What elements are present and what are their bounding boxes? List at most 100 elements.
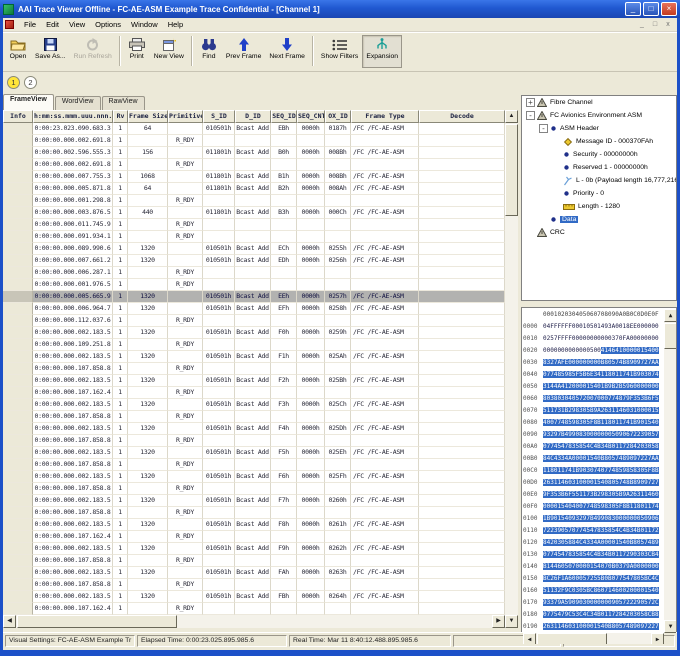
tab-rawview[interactable]: RawView xyxy=(102,96,145,110)
toolbar-button-run-refresh[interactable]: Run Refresh xyxy=(70,35,116,68)
hex-row-0030[interactable]: 00308327AFE000000000B80574B8909727AA xyxy=(523,357,663,369)
toolbar-button-save-as[interactable]: Save As... xyxy=(31,35,70,68)
table-row[interactable]: 0:00:00.000.002.183.511320010501hBcast A… xyxy=(3,495,505,507)
scroll-up-icon[interactable]: ▲ xyxy=(505,110,518,123)
hex-row-0150[interactable]: 0150BC26F1A600057255B0B077547805BC4C xyxy=(523,573,663,585)
table-row[interactable]: 0:00:00.000.107.162.41R_RDY xyxy=(3,531,505,543)
scroll-left-icon[interactable]: ◀ xyxy=(523,633,536,645)
table-row[interactable]: 0:00:00.000.002.183.511320010501hBcast A… xyxy=(3,375,505,387)
tree-node-crc[interactable]: CRC xyxy=(522,226,676,239)
hex-row-00C0[interactable]: 00C0118011741B9030740774859858305F8B xyxy=(523,465,663,477)
minimize-button[interactable]: _ xyxy=(625,2,641,16)
tab-wordview[interactable]: WordView xyxy=(55,96,101,110)
hex-row-0180[interactable]: 01800775479C53C4C34B0117284203058CB8 xyxy=(523,609,663,621)
table-row[interactable]: 0:00:00.000.001.976.51R_RDY xyxy=(3,279,505,291)
column-header-s-id[interactable]: S_ID xyxy=(203,110,235,123)
table-horizontal-scrollbar[interactable]: ◀ ▶ xyxy=(3,615,505,628)
table-row[interactable]: 0:00:00.000.005.871.8164011801hBcast Add… xyxy=(3,183,505,195)
table-hscroll-thumb[interactable] xyxy=(17,615,177,628)
column-header-info[interactable]: Info xyxy=(3,110,33,123)
table-row[interactable]: 0:00:00.000.107.858.81R_RDY xyxy=(3,363,505,375)
hex-row-0080[interactable]: 00804007748598305F8B118011741B901540 xyxy=(523,417,663,429)
view-badge-2[interactable]: 2 xyxy=(24,76,37,89)
scroll-down-icon[interactable]: ▼ xyxy=(664,620,677,633)
tree-node-l-0b-payload-length-16-777-216-bytes[interactable]: L - 0b (Payload length 16,777,216 Bytes) xyxy=(522,174,676,187)
column-header-primitive[interactable]: Primitive xyxy=(168,110,203,123)
hex-row-0130[interactable]: 01300774547835854C4B34B0117290303CB4 xyxy=(523,549,663,561)
tree-node-priority-0[interactable]: Priority - 0 xyxy=(522,187,676,200)
table-row[interactable]: 0:00:00.000.107.858.81R_RDY xyxy=(3,435,505,447)
tree-node-fibre-channel[interactable]: +Fibre Channel xyxy=(522,96,676,109)
hex-row-00A0[interactable]: 00A00774547835854C4B34B0117284203058 xyxy=(523,441,663,453)
table-row[interactable]: 0:00:00.000.006.964.711320010501hBcast A… xyxy=(3,303,505,315)
scroll-right-icon[interactable]: ▶ xyxy=(651,633,664,645)
scroll-left-icon[interactable]: ◀ xyxy=(3,615,16,628)
table-row[interactable]: 0:00:00.000.005.665.911320010501hBcast A… xyxy=(3,291,505,303)
menu-view[interactable]: View xyxy=(64,19,90,30)
table-row[interactable]: 0:00:00.000.002.691.81R_RDY xyxy=(3,135,505,147)
mdi-close-button[interactable]: x xyxy=(663,21,673,28)
view-badge-1[interactable]: 1 xyxy=(7,76,20,89)
tree-node-message-id-000370fah[interactable]: Message ID - 000370FAh xyxy=(522,135,676,148)
table-row[interactable]: 0:00:00.000.002.183.511320010501hBcast A… xyxy=(3,423,505,435)
table-row[interactable]: 0:00:00.000.107.858.81R_RDY xyxy=(3,555,505,567)
menu-window[interactable]: Window xyxy=(126,19,163,30)
hex-row-0140[interactable]: 0140B144605070000154070B0379A0000000 xyxy=(523,561,663,573)
menu-file[interactable]: File xyxy=(19,19,41,30)
column-header-rv[interactable]: Rv xyxy=(113,110,128,123)
expand-icon[interactable]: + xyxy=(526,98,535,107)
mdi-restore-button[interactable]: □ xyxy=(650,21,660,28)
table-row[interactable]: 0:00:00.000.109.251.81R_RDY xyxy=(3,339,505,351)
hex-row-00D0[interactable]: 00D0263114603100001540805748B8909727 xyxy=(523,477,663,489)
table-row[interactable]: 0:00:00.000.091.934.11R_RDY xyxy=(3,231,505,243)
column-header-decode[interactable]: Decode xyxy=(419,110,505,123)
hex-row-0020[interactable]: 002000000000000005004146410000015400 xyxy=(523,345,663,357)
table-row[interactable]: 0:00:00.000.107.858.81R_RDY xyxy=(3,507,505,519)
toolbar-button-open[interactable]: Open xyxy=(5,35,31,68)
hex-dump[interactable]: 000102030405060708090A0B0C0D0E0F000004FF… xyxy=(523,309,663,631)
scroll-right-icon[interactable]: ▶ xyxy=(492,615,505,628)
hex-horizontal-scrollbar[interactable]: ◀ ▶ xyxy=(523,633,664,645)
table-row[interactable]: 0:00:00.000.107.858.81R_RDY xyxy=(3,483,505,495)
hex-vertical-scrollbar[interactable]: ▲ ▼ xyxy=(664,309,677,633)
scroll-up-icon[interactable]: ▲ xyxy=(664,309,677,322)
table-row[interactable]: 0:00:00.000.002.183.511320010501hBcast A… xyxy=(3,543,505,555)
hex-row-0100[interactable]: 01001B90154093297B499083000000050906 xyxy=(523,513,663,525)
hex-row-0010[interactable]: 00100257FFFF00000000000370FA00000000 xyxy=(523,333,663,345)
table-row[interactable]: 0:00:00.000.002.183.511320010501hBcast A… xyxy=(3,519,505,531)
table-row[interactable]: 0:00:00.000.003.876.51440011801hBcast Ad… xyxy=(3,207,505,219)
hex-row-0090[interactable]: 009093297B49908300000005090672239057 xyxy=(523,429,663,441)
table-row[interactable]: 0:00:00.000.007.755.311068011801hBcast A… xyxy=(3,171,505,183)
tree-node-length-1280[interactable]: Length - 1280 xyxy=(522,200,676,213)
column-header-ox-id[interactable]: OX_ID xyxy=(325,110,351,123)
table-row[interactable]: 0:00:00.000.001.298.81R_RDY xyxy=(3,195,505,207)
table-row[interactable]: 0:00:23.023.090.683.3164010501hBcast Add… xyxy=(3,123,505,135)
hex-row-0170[interactable]: 017093379A5909030000000905722290572C xyxy=(523,597,663,609)
table-row[interactable]: 0:00:00.000.002.183.511320010501hBcast A… xyxy=(3,591,505,603)
table-row[interactable]: 0:00:00.000.107.162.41R_RDY xyxy=(3,387,505,399)
hex-row-00F0[interactable]: 00F0000015404007748598305F8B11801174 xyxy=(523,501,663,513)
table-row[interactable]: 0:00:00.000.002.183.511320010501hBcast A… xyxy=(3,471,505,483)
hex-row-0190[interactable]: 0190263114603100001540B8057489097227 xyxy=(523,621,663,631)
column-header-frame-size[interactable]: Frame Size xyxy=(128,110,168,123)
scroll-down-icon[interactable]: ▼ xyxy=(505,615,518,628)
table-row[interactable]: 0:00:00.000.107.858.81R_RDY xyxy=(3,579,505,591)
column-header-h-mm-ss-mmm-uuu-nnn-n[interactable]: h:mm:ss.mmm.uuu.nnn.n xyxy=(33,110,113,123)
table-row[interactable]: 0:00:00.002.596.555.31156011801hBcast Ad… xyxy=(3,147,505,159)
toolbar-button-next-frame[interactable]: Next Frame xyxy=(265,35,309,68)
toolbar-button-show-filters[interactable]: Show Filters xyxy=(317,35,362,68)
menu-help[interactable]: Help xyxy=(163,19,188,30)
mdi-minimize-button[interactable]: _ xyxy=(637,21,647,28)
table-row[interactable]: 0:00:00.000.089.990.611320010501hBcast A… xyxy=(3,243,505,255)
toolbar-button-print[interactable]: Print xyxy=(124,35,150,68)
table-row[interactable]: 0:00:00.000.107.162.41R_RDY xyxy=(3,603,505,615)
table-row[interactable]: 0:00:00.000.002.183.511320010501hBcast A… xyxy=(3,399,505,411)
hex-row-0120[interactable]: 01208420305884C4334A00001540B8057489 xyxy=(523,537,663,549)
tree-node-asm-header[interactable]: -ASM Header xyxy=(522,122,676,135)
table-row[interactable]: 0:00:00.000.002.183.511320010501hBcast A… xyxy=(3,447,505,459)
table-row[interactable]: 0:00:00.000.112.037.61R_RDY xyxy=(3,315,505,327)
tree-node-security-00000000h[interactable]: Security - 00000000h xyxy=(522,148,676,161)
hex-row-0050[interactable]: 00503144A412000015401B9B2B5960000000 xyxy=(523,381,663,393)
hex-row-0040[interactable]: 0040077485985F5B6E34118011741B903074 xyxy=(523,369,663,381)
table-vscroll-thumb[interactable] xyxy=(505,124,518,216)
